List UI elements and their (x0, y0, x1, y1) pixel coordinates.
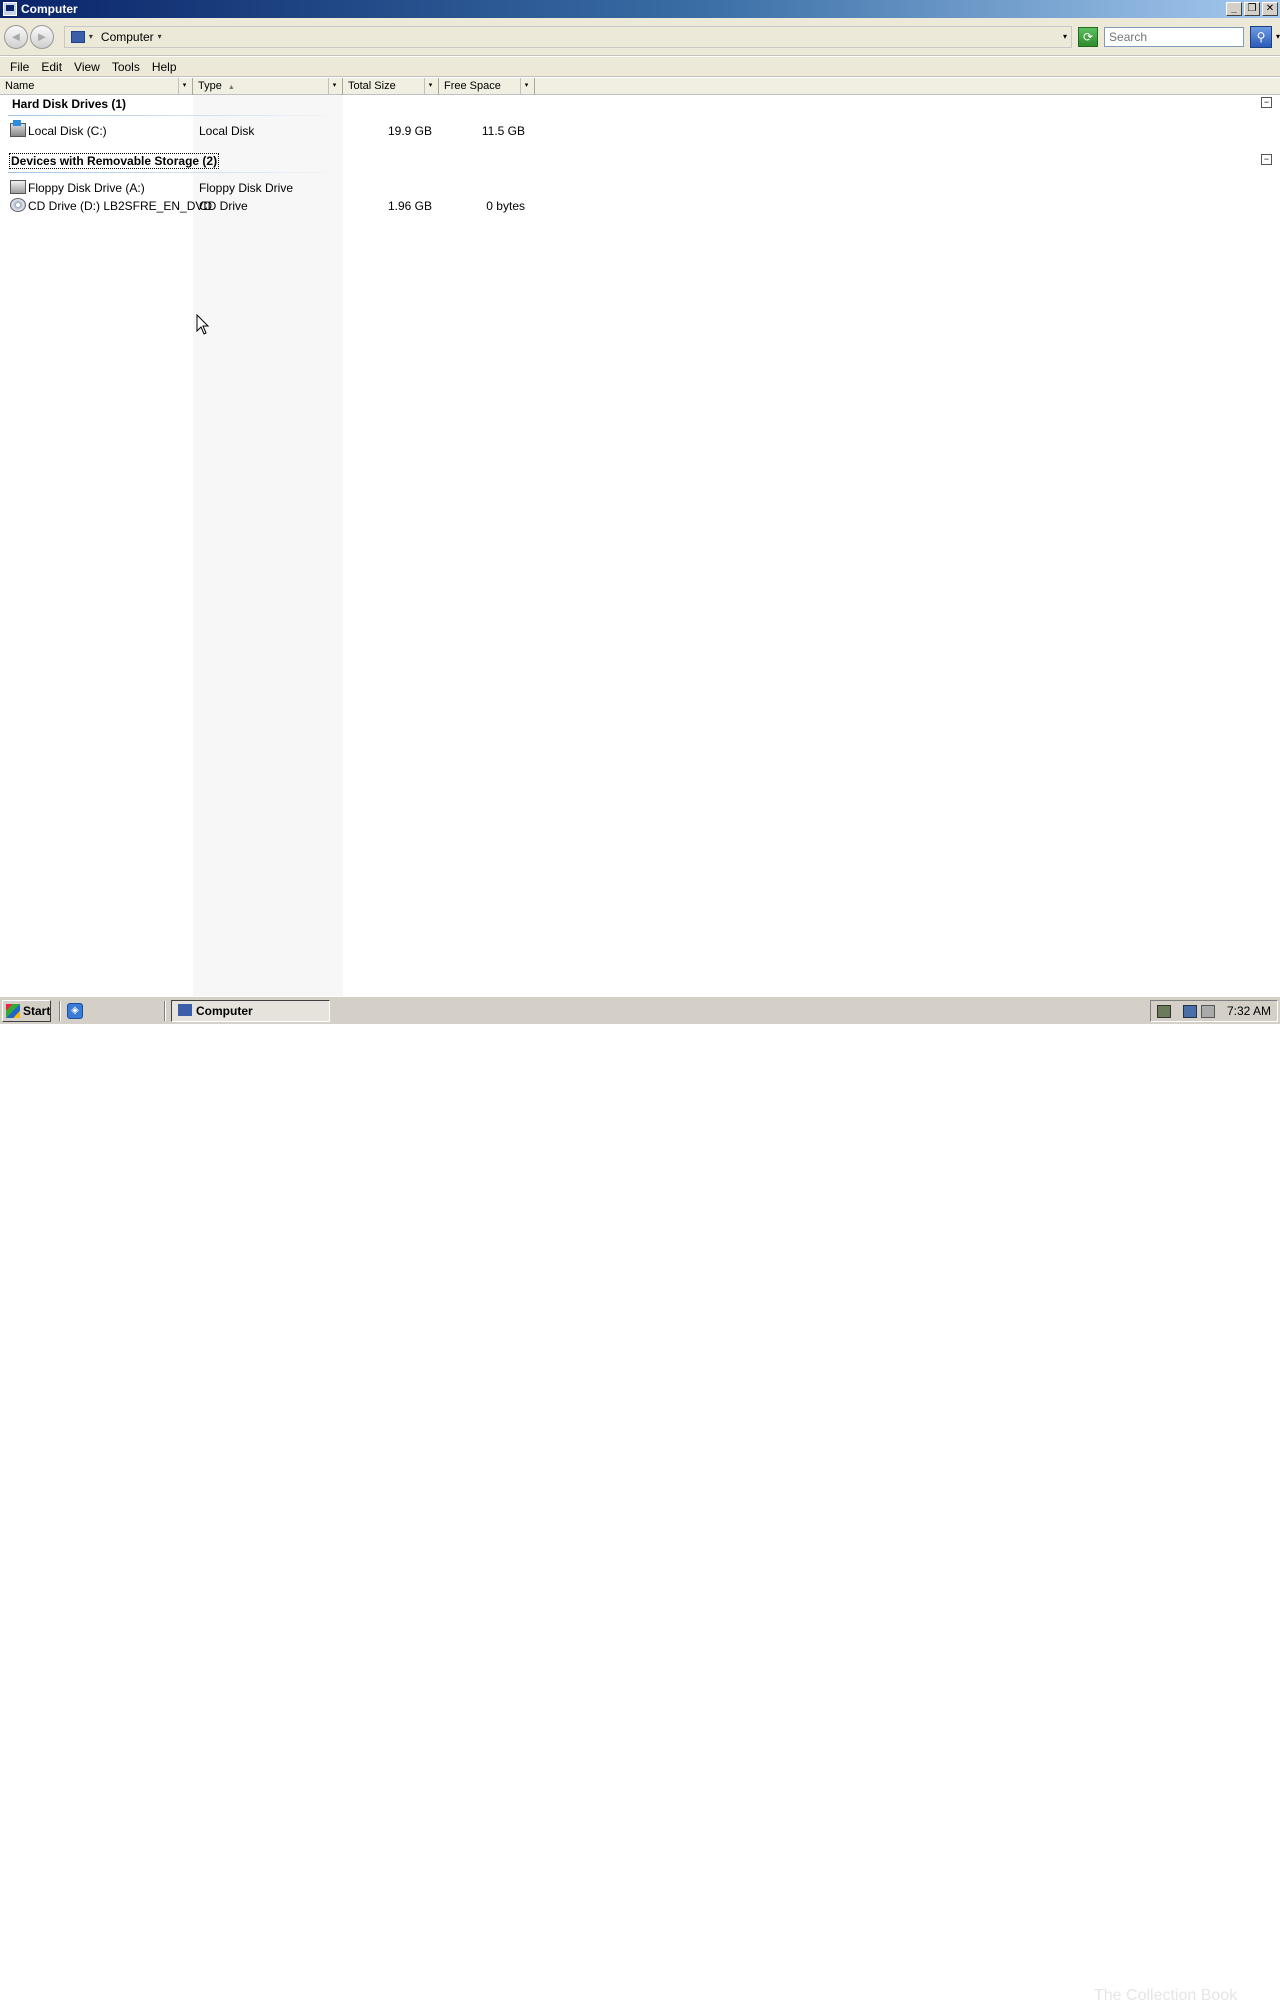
computer-icon (70, 30, 85, 43)
search-button[interactable]: ⚲ (1250, 25, 1272, 48)
address-box[interactable]: ▾ Computer ▾ ▾ (63, 25, 1073, 48)
column-total-size-filter-icon[interactable]: ▾ (424, 78, 436, 94)
start-label: Start (23, 1004, 51, 1018)
list-item[interactable]: Local Disk (C:) Local Disk 19.9 GB 11.5 … (0, 120, 540, 140)
mouse-cursor-icon (196, 314, 210, 335)
start-button[interactable]: Start (2, 1000, 51, 1022)
back-button[interactable]: ◄ (4, 24, 28, 49)
item-name: Floppy Disk Drive (A:) (28, 181, 145, 195)
forward-button[interactable]: ► (29, 24, 54, 49)
menu-bar: File Edit View Tools Help (0, 57, 1280, 77)
network-icon[interactable] (1183, 1005, 1197, 1018)
menu-file[interactable]: File (4, 60, 35, 74)
volume-muted-icon[interactable] (1201, 1005, 1215, 1018)
sort-ascending-icon: ▲ (227, 84, 235, 91)
item-type: Floppy Disk Drive (199, 181, 294, 195)
column-header: Name ▾ Type ▲ ▾ Total Size ▾ Free Space ▾ (0, 78, 1280, 95)
floppy-drive-icon (10, 180, 26, 194)
column-total-size[interactable]: Total Size ▾ (343, 78, 439, 95)
group-header-removable-storage[interactable]: Devices with Removable Storage (2) (8, 153, 220, 169)
menu-help[interactable]: Help (146, 60, 183, 74)
column-free-space[interactable]: Free Space ▾ (439, 78, 535, 95)
address-bar: ◄ ► ▾ Computer ▾ ▾ ⟳ ⚲ ▾ (0, 18, 1280, 56)
menu-view[interactable]: View (68, 60, 106, 74)
taskbar-separator (59, 1001, 61, 1021)
breadcrumb-chevron-icon[interactable]: ▾ (89, 32, 93, 41)
column-type-filter-icon[interactable]: ▾ (328, 78, 340, 94)
taskbar-separator (164, 1001, 166, 1021)
column-type[interactable]: Type ▲ ▾ (193, 78, 343, 95)
group-divider (8, 172, 348, 173)
column-name-filter-icon[interactable]: ▾ (178, 78, 190, 94)
column-free-space-filter-icon[interactable]: ▾ (520, 78, 532, 94)
column-name-label: Name (5, 80, 35, 92)
restore-button[interactable]: ❐ (1244, 2, 1260, 16)
hard-disk-icon (10, 120, 26, 137)
menu-tools[interactable]: Tools (106, 60, 146, 74)
minimize-button[interactable]: _ (1226, 2, 1242, 16)
group-header-hard-disk-drives[interactable]: Hard Disk Drives (1) (12, 97, 126, 111)
item-type: CD Drive (199, 199, 248, 213)
column-total-size-label: Total Size (348, 80, 396, 92)
item-free-space: 11.5 GB (481, 124, 525, 138)
sorted-column-highlight (193, 95, 343, 996)
file-list: Hard Disk Drives (1) − Local Disk (C:) L… (0, 95, 1280, 996)
quick-launch-server-manager-icon[interactable]: ◈ (67, 1003, 83, 1019)
list-item[interactable]: Floppy Disk Drive (A:) Floppy Disk Drive (0, 179, 540, 197)
item-total-size: 19.9 GB (387, 124, 432, 138)
group-divider (8, 115, 348, 116)
watermark: The Collection Book (1094, 1987, 1238, 2004)
breadcrumb-location[interactable]: Computer (101, 30, 154, 44)
address-history-dropdown-icon[interactable]: ▾ (1063, 32, 1067, 41)
computer-icon (178, 1004, 192, 1016)
computer-icon (3, 2, 17, 16)
close-button[interactable]: ✕ (1262, 2, 1278, 16)
column-free-space-label: Free Space (444, 80, 501, 92)
taskbar: Start ◈ Computer The Collection Book 7:3… (0, 996, 1280, 2004)
menu-edit[interactable]: Edit (35, 60, 68, 74)
location-chevron-icon[interactable]: ▾ (158, 32, 162, 41)
search-input[interactable] (1104, 26, 1245, 47)
title-bar: Computer _ ❐ ✕ (0, 0, 1280, 18)
cd-drive-icon (10, 198, 26, 212)
task-label: Computer (196, 1004, 253, 1018)
group-collapse-button[interactable]: − (1261, 97, 1272, 108)
system-tray: 7:32 AM (1150, 1000, 1278, 1022)
security-shield-icon[interactable] (1157, 1005, 1171, 1018)
taskbar-window-computer[interactable]: Computer (171, 1000, 330, 1022)
item-free-space: 0 bytes (486, 199, 525, 213)
group-collapse-button[interactable]: − (1261, 154, 1272, 165)
item-name: Local Disk (C:) (28, 124, 107, 138)
column-name[interactable]: Name ▾ (0, 78, 193, 95)
item-type: Local Disk (199, 124, 255, 138)
windows-logo-icon (6, 1004, 20, 1018)
list-item[interactable]: CD Drive (D:) LB2SFRE_EN_DVD CD Drive 1.… (0, 197, 540, 215)
refresh-button[interactable]: ⟳ (1078, 26, 1099, 47)
window-controls: _ ❐ ✕ (1226, 2, 1278, 16)
item-total-size: 1.96 GB (387, 199, 432, 213)
column-type-label: Type (198, 80, 222, 92)
search-options-chevron-icon[interactable]: ▾ (1276, 32, 1280, 41)
window-title: Computer (21, 2, 78, 16)
clock[interactable]: 7:32 AM (1227, 1004, 1271, 1018)
item-name: CD Drive (D:) LB2SFRE_EN_DVD (28, 199, 213, 213)
